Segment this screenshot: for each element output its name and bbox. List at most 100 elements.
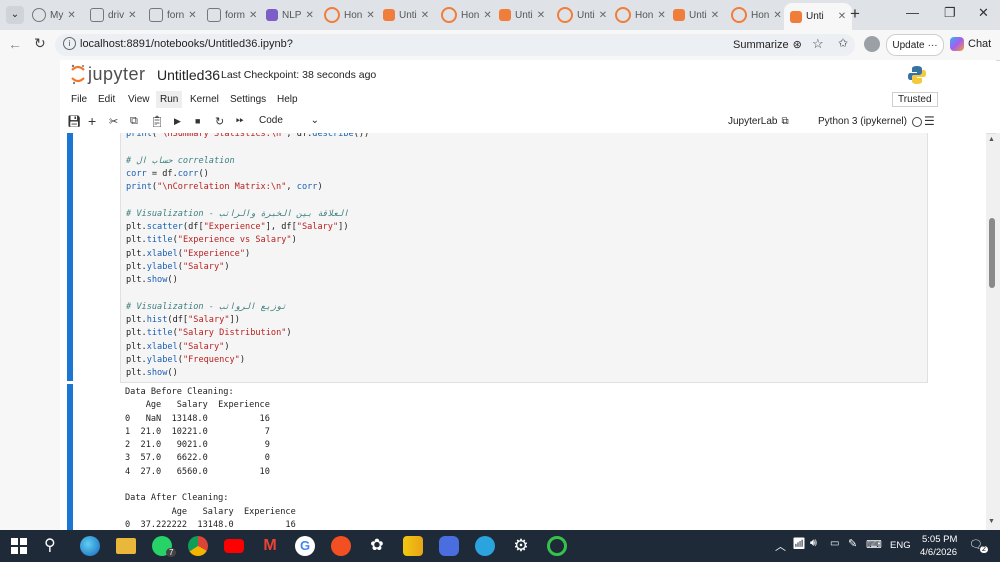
language-indicator[interactable]: ENG: [890, 540, 911, 551]
volume-icon[interactable]: 🔊︎: [810, 537, 817, 550]
browser-tab[interactable]: driv ✕: [90, 4, 137, 26]
battery-icon[interactable]: ▭: [830, 538, 839, 549]
power-bi-icon[interactable]: [403, 536, 423, 556]
menu-kernel[interactable]: Kernel: [190, 94, 219, 105]
scroll-up-icon[interactable]: ▲: [988, 136, 995, 143]
site-info-icon[interactable]: i: [63, 37, 76, 50]
profile-avatar[interactable]: [864, 36, 880, 52]
add-cell-icon[interactable]: +: [88, 113, 96, 129]
close-tab-icon[interactable]: ✕: [773, 10, 781, 21]
close-tab-icon[interactable]: ✕: [537, 10, 545, 21]
browser-tab[interactable]: Unti ✕: [499, 4, 545, 26]
page-icon: [90, 8, 104, 22]
copy-icon[interactable]: ⧉: [130, 115, 138, 128]
close-tab-icon[interactable]: ✕: [188, 10, 196, 21]
restart-run-all-icon[interactable]: ⏩︎: [236, 115, 244, 126]
jupyter-icon: [441, 7, 457, 23]
update-button[interactable]: Update ···: [886, 34, 944, 56]
telegram-icon[interactable]: [475, 536, 495, 556]
search-icon[interactable]: ⚲: [44, 536, 64, 556]
close-tab-icon[interactable]: ✕: [657, 10, 665, 21]
paste-icon[interactable]: 📋︎: [150, 115, 164, 128]
close-tab-icon[interactable]: ✕: [421, 10, 429, 21]
edge-browser-icon[interactable]: [80, 536, 100, 556]
pen-icon[interactable]: ✎: [848, 537, 857, 550]
start-windows-icon[interactable]: [11, 538, 27, 554]
notebook-title[interactable]: Untitled36: [157, 67, 220, 83]
restore-icon[interactable]: ❐: [944, 5, 956, 21]
browser-tab[interactable]: forn ✕: [149, 4, 197, 26]
app-icon[interactable]: [331, 536, 351, 556]
app-ring-icon[interactable]: [547, 536, 567, 556]
browser-tab[interactable]: Unti ✕: [557, 4, 607, 26]
clock-time[interactable]: 5:05 PM: [922, 534, 957, 545]
menu-run[interactable]: Run: [156, 91, 183, 108]
keyboard-icon[interactable]: ⌨: [866, 538, 882, 551]
save-icon[interactable]: 💾︎: [67, 115, 81, 128]
reload-icon[interactable]: ↻: [34, 35, 46, 52]
menu-help[interactable]: Help: [277, 94, 298, 105]
close-tab-icon[interactable]: ✕: [67, 10, 75, 21]
file-explorer-icon[interactable]: [116, 538, 136, 554]
clock-date[interactable]: 4/6/2026: [920, 547, 957, 558]
browser-tab-active[interactable]: Unti ✕: [784, 3, 853, 30]
wifi-icon[interactable]: 📶︎: [792, 537, 806, 550]
chrome-icon[interactable]: [188, 536, 208, 556]
run-icon[interactable]: ▶: [174, 116, 181, 127]
google-icon[interactable]: G: [295, 536, 315, 556]
menu-edit[interactable]: Edit: [98, 94, 115, 105]
summarize-button[interactable]: Summarize ⊛: [733, 38, 802, 52]
browser-tab[interactable]: Hon ✕: [324, 4, 375, 26]
browser-tab[interactable]: Hon ✕: [441, 4, 492, 26]
browser-tab[interactable]: NLP ✕: [266, 4, 314, 26]
chatgpt-icon[interactable]: ✿: [367, 536, 387, 556]
scroll-down-icon[interactable]: ▼: [988, 518, 995, 525]
browser-tab[interactable]: Unti ✕: [673, 4, 719, 26]
app-shield-icon[interactable]: [439, 536, 459, 556]
settings-gear-icon[interactable]: ⚙: [511, 536, 531, 556]
close-tab-icon[interactable]: ✕: [838, 11, 846, 22]
tab-actions-button[interactable]: ⌄: [6, 6, 24, 24]
trusted-badge[interactable]: Trusted: [892, 92, 938, 107]
kernel-status[interactable]: Python 3 (ipykernel): [818, 116, 922, 127]
menu-file[interactable]: File: [71, 94, 87, 105]
jupyter-logo[interactable]: jupyter: [70, 63, 146, 85]
code-cell-input[interactable]: print("\nSummary Statistics:\n", df.desc…: [120, 133, 928, 383]
more-icon: ···: [927, 39, 938, 51]
stop-icon[interactable]: ■: [195, 116, 200, 126]
close-window-icon[interactable]: ✕: [978, 5, 989, 21]
browser-tab[interactable]: form ✕: [207, 4, 257, 26]
close-tab-icon[interactable]: ✕: [249, 10, 257, 21]
new-tab-button[interactable]: +: [850, 4, 860, 24]
browser-tab[interactable]: My ✕: [32, 4, 76, 26]
favorite-star-icon[interactable]: ☆: [812, 36, 824, 52]
menu-hamburger-icon[interactable]: ☰: [924, 114, 935, 128]
browser-tab[interactable]: Unti ✕: [383, 4, 429, 26]
close-tab-icon[interactable]: ✕: [599, 10, 607, 21]
close-tab-icon[interactable]: ✕: [711, 10, 719, 21]
vertical-scrollbar[interactable]: [989, 218, 995, 288]
kernel-idle-icon: [911, 116, 922, 127]
browser-tab[interactable]: Hon ✕: [731, 4, 782, 26]
close-tab-icon[interactable]: ✕: [483, 10, 491, 21]
close-tab-icon[interactable]: ✕: [366, 10, 374, 21]
cut-icon[interactable]: ✂: [109, 115, 118, 128]
minimize-icon[interactable]: —: [906, 5, 919, 20]
url-text[interactable]: localhost:8891/notebooks/Untitled36.ipyn…: [80, 38, 293, 50]
menu-settings[interactable]: Settings: [230, 94, 266, 105]
copilot-chat-button[interactable]: Chat: [950, 37, 991, 51]
back-icon[interactable]: ←: [8, 36, 22, 52]
close-tab-icon[interactable]: ✕: [128, 10, 136, 21]
code-line: # Visualization - توزيع الرواتب: [126, 301, 287, 312]
browser-tab[interactable]: Hon ✕: [615, 4, 666, 26]
youtube-icon[interactable]: [224, 539, 244, 553]
show-hidden-icons[interactable]: ︿: [775, 538, 786, 554]
menu-view[interactable]: View: [128, 94, 150, 105]
cell-type-select[interactable]: Code ⌄: [259, 115, 319, 126]
gmail-icon[interactable]: M: [260, 536, 280, 556]
favorites-icon[interactable]: ✩: [838, 36, 848, 50]
jupyterlab-link[interactable]: JupyterLab ⧉: [728, 116, 789, 127]
restart-icon[interactable]: ↻: [215, 115, 224, 128]
close-tab-icon[interactable]: ✕: [305, 10, 313, 21]
summarize-icon: ⊛: [792, 39, 802, 51]
